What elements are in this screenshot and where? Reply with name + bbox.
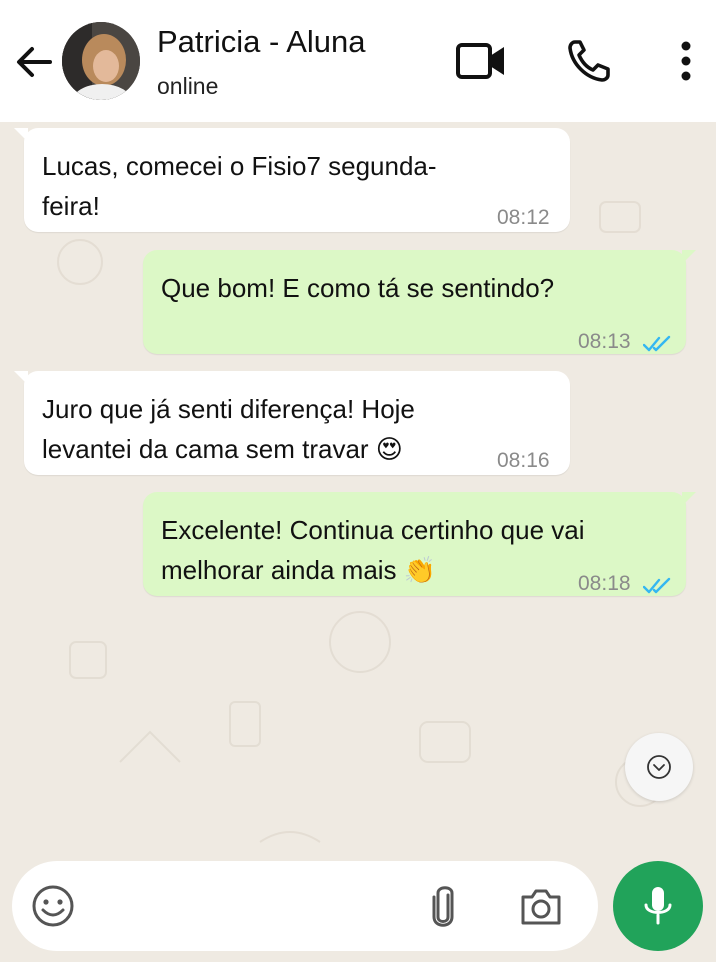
double-check-icon (642, 566, 673, 594)
message-bubble-outgoing[interactable]: Excelente! Continua certinho que vai mel… (143, 492, 696, 596)
message-composer (12, 861, 598, 951)
mic-button[interactable] (613, 861, 703, 951)
chat-header: Patricia - Aluna online (0, 0, 716, 122)
message-bubble-incoming[interactable]: Lucas, comecei o Fisio7 segunda- feira! … (14, 128, 570, 232)
message-text: Excelente! Continua certinho que vai mel… (161, 515, 585, 585)
contact-status: online (157, 73, 219, 99)
video-call-icon[interactable] (454, 38, 508, 84)
message-time: 08:18 (578, 572, 631, 595)
contact-name[interactable]: Patricia - Aluna (157, 24, 366, 60)
chevron-down-icon (647, 755, 671, 779)
message-time: 08:16 (497, 449, 550, 472)
phone-icon[interactable] (566, 38, 614, 84)
bubble-tail (14, 128, 28, 142)
attach-icon[interactable] (426, 883, 460, 931)
message-input[interactable] (92, 881, 392, 931)
emoji-icon[interactable] (30, 883, 76, 929)
message-text: Juro que já senti diferença! Hoje levant… (42, 394, 415, 464)
message-bubble-outgoing[interactable]: Que bom! E como tá se sentindo? 08:13 (143, 250, 696, 354)
camera-icon[interactable] (518, 887, 564, 927)
chat-area[interactable]: Lucas, comecei o Fisio7 segunda- feira! … (0, 122, 716, 962)
message-time: 08:12 (497, 206, 550, 229)
mic-icon (644, 887, 672, 925)
message-text: Lucas, comecei o Fisio7 segunda- feira! (42, 151, 437, 221)
bubble-tail (14, 371, 28, 385)
scroll-to-bottom-button[interactable] (625, 733, 693, 801)
bubble-tail (682, 250, 696, 264)
message-text: Que bom! E como tá se sentindo? (161, 273, 555, 303)
double-check-icon (642, 324, 673, 352)
avatar[interactable] (62, 22, 140, 100)
message-bubble-incoming[interactable]: Juro que já senti diferença! Hoje levant… (14, 371, 570, 475)
more-options-icon[interactable] (672, 38, 700, 84)
message-time: 08:13 (578, 330, 631, 353)
back-arrow-icon[interactable] (12, 40, 56, 84)
bubble-tail (682, 492, 696, 506)
